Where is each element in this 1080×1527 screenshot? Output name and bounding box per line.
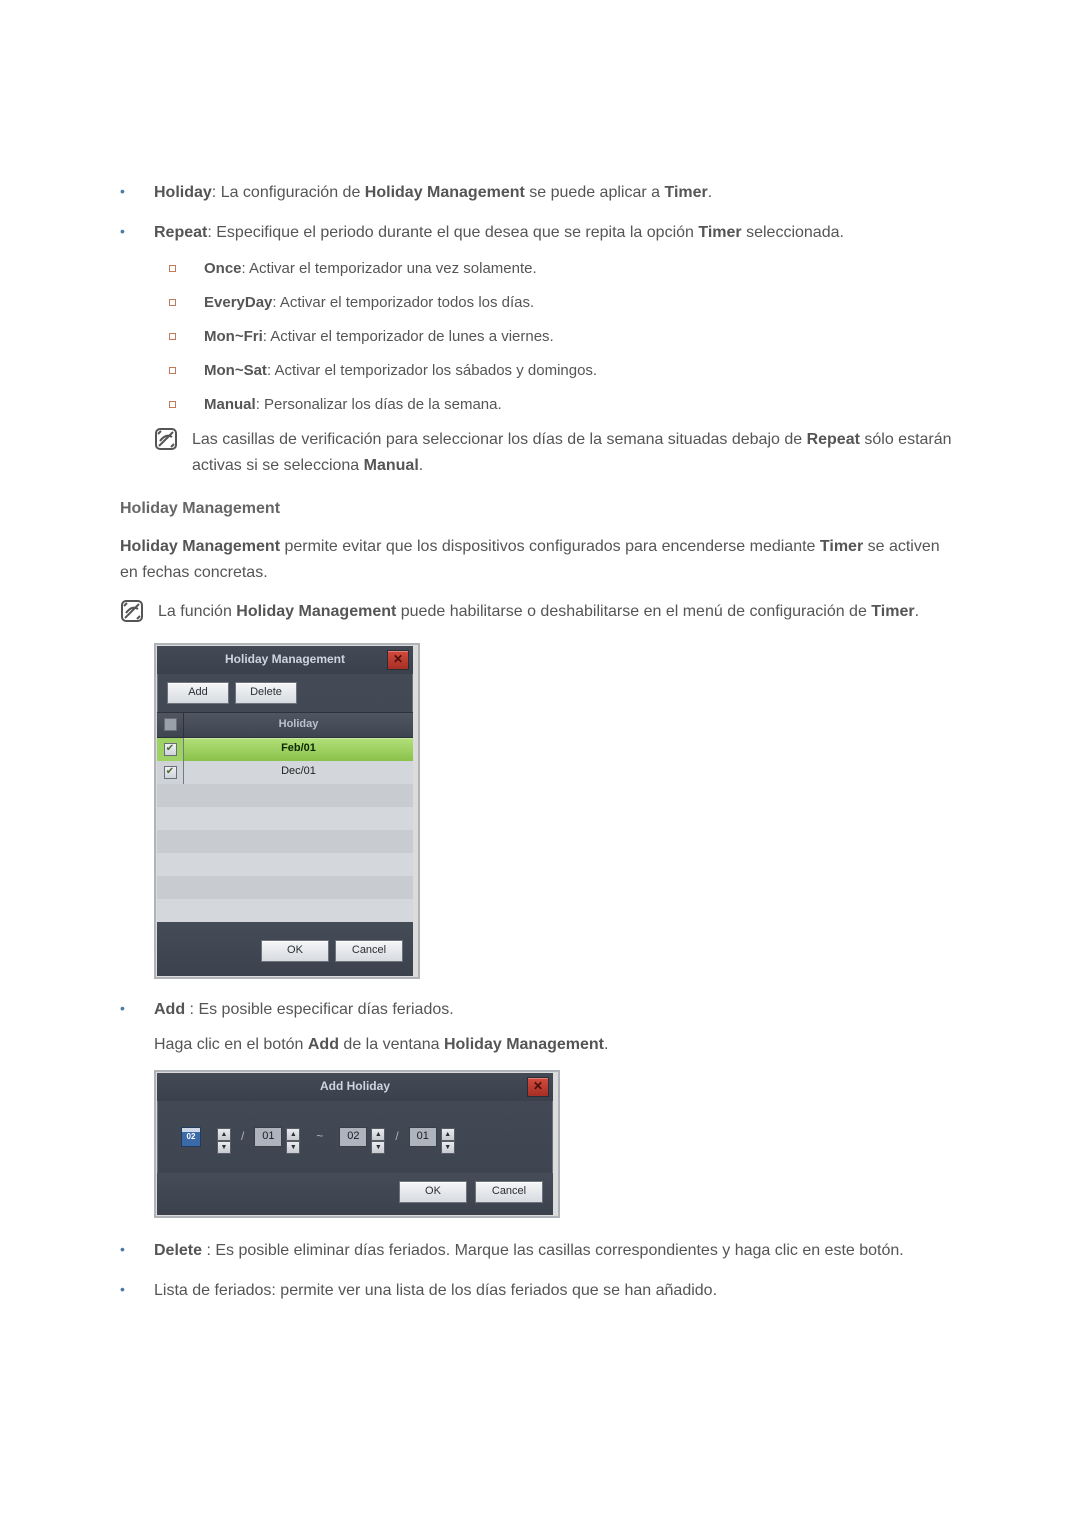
day-to-field[interactable]: 01 ▲▼: [409, 1127, 455, 1147]
table-row-empty: [157, 784, 413, 807]
note-icon: [154, 427, 182, 451]
dialog-footer: OK Cancel: [157, 1173, 553, 1215]
bullet-list: Holiday: La configuración de Holiday Man…: [120, 180, 960, 478]
day-from-field[interactable]: 01 ▲▼: [254, 1127, 300, 1147]
step-down-icon[interactable]: ▼: [371, 1141, 385, 1154]
close-button[interactable]: ✕: [387, 650, 409, 670]
label: Repeat: [154, 224, 207, 241]
cancel-button[interactable]: Cancel: [475, 1181, 543, 1203]
table-row-empty: [157, 876, 413, 899]
slash: /: [393, 1127, 400, 1146]
dialog-titlebar: Holiday Management ✕: [157, 646, 413, 674]
bullet-add: Add : Es posible especificar días feriad…: [120, 997, 960, 1218]
step-up-icon[interactable]: ▲: [217, 1128, 231, 1141]
select-all-checkbox[interactable]: [164, 718, 177, 731]
month-to-field[interactable]: 02 ▲▼: [339, 1127, 385, 1147]
sub-everyday: EveryDay: Activar el temporizador todos …: [154, 291, 960, 315]
section-heading: Holiday Management: [120, 496, 960, 522]
bullet-holiday: Holiday: La configuración de Holiday Man…: [120, 180, 960, 206]
dialog-footer: OK Cancel: [157, 922, 413, 976]
table-row[interactable]: ✔ Dec/01: [157, 761, 413, 784]
header-checkbox-cell: [157, 713, 184, 737]
bullet-delete: Delete : Es posible eliminar días feriad…: [120, 1238, 960, 1264]
label: Holiday: [154, 184, 212, 201]
step-up-icon[interactable]: ▲: [286, 1128, 300, 1141]
dialog-title: Holiday Management: [225, 650, 345, 669]
dialog-body: 02 ▲▼ / 01 ▲▼ ~ 02 ▲▼: [157, 1101, 553, 1173]
sub-monsat: Mon~Sat: Activar el temporizador los sáb…: [154, 359, 960, 383]
table-header: Holiday: [157, 712, 413, 738]
table-body: ✔ Feb/01 ✔ Dec/01: [157, 738, 413, 922]
table-row-empty: [157, 807, 413, 830]
day-from-value: 01: [254, 1127, 282, 1147]
step-down-icon[interactable]: ▼: [217, 1141, 231, 1154]
close-icon: ✕: [393, 650, 403, 669]
section-paragraph: Holiday Management permite evitar que lo…: [120, 534, 960, 585]
note-icon: [120, 599, 148, 623]
day-to-value: 01: [409, 1127, 437, 1147]
close-icon: ✕: [533, 1077, 543, 1096]
note-text: Las casillas de verificación para selecc…: [192, 427, 960, 478]
bullet-list: Add : Es posible especificar días feriad…: [120, 997, 960, 1303]
step-down-icon[interactable]: ▼: [441, 1141, 455, 1154]
cancel-button[interactable]: Cancel: [335, 940, 403, 962]
month-from-stepper[interactable]: ▲▼: [213, 1128, 231, 1146]
sub-manual: Manual: Personalizar los días de la sema…: [154, 393, 960, 417]
header-holiday-label: Holiday: [184, 713, 413, 737]
table-row-empty: [157, 830, 413, 853]
dialog-title: Add Holiday: [320, 1077, 390, 1096]
dialog-titlebar: Add Holiday ✕: [157, 1073, 553, 1101]
step-up-icon[interactable]: ▲: [441, 1128, 455, 1141]
delete-button[interactable]: Delete: [235, 682, 297, 704]
sub-monfri: Mon~Fri: Activar el temporizador de lune…: [154, 325, 960, 349]
step-down-icon[interactable]: ▼: [286, 1141, 300, 1154]
bullet-repeat: Repeat: Especifique el periodo durante e…: [120, 220, 960, 479]
table-row[interactable]: ✔ Feb/01: [157, 738, 413, 761]
dialog-toolbar: Add Delete: [157, 674, 413, 712]
holiday-management-dialog: Holiday Management ✕ Add Delete Holiday …: [154, 643, 420, 979]
step-up-icon[interactable]: ▲: [371, 1128, 385, 1141]
sub-list: Once: Activar el temporizador una vez so…: [154, 257, 960, 417]
document-page: Holiday: La configuración de Holiday Man…: [0, 0, 1080, 1417]
bullet-list-feriados: Lista de feriados: permite ver una lista…: [120, 1278, 960, 1304]
row-checkbox[interactable]: ✔: [164, 766, 177, 779]
ok-button[interactable]: OK: [399, 1181, 467, 1203]
note-text: La función Holiday Management puede habi…: [158, 599, 960, 625]
row-checkbox[interactable]: ✔: [164, 743, 177, 756]
table-row-empty: [157, 853, 413, 876]
sub-once: Once: Activar el temporizador una vez so…: [154, 257, 960, 281]
close-button[interactable]: ✕: [527, 1077, 549, 1097]
slash: /: [239, 1127, 246, 1146]
tilde-separator: ~: [308, 1127, 331, 1146]
ok-button[interactable]: OK: [261, 940, 329, 962]
table-row-empty: [157, 899, 413, 922]
month-to-value: 02: [339, 1127, 367, 1147]
row-date: Dec/01: [184, 763, 413, 781]
calendar-icon: 02: [181, 1127, 201, 1147]
add-button[interactable]: Add: [167, 682, 229, 704]
row-date: Feb/01: [184, 740, 413, 758]
add-holiday-dialog: Add Holiday ✕ 02 ▲▼ / 01 ▲▼ ~: [154, 1070, 560, 1218]
